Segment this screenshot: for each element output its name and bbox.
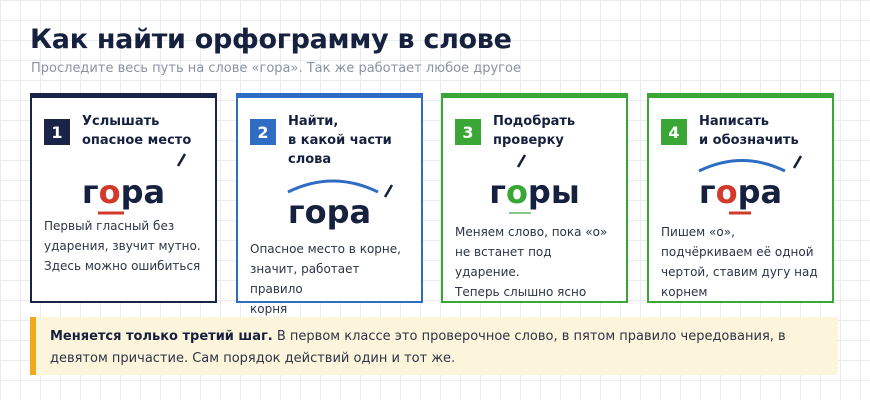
step-card-1: 1 Услышать опасное место гора Первый гла… bbox=[30, 93, 217, 303]
step-description: Пишем «о», подчёркиваем её одной чертой,… bbox=[661, 222, 824, 302]
desc-line: Опасное место в корне, bbox=[250, 242, 401, 256]
desc-line: Пишем «о», bbox=[661, 225, 735, 239]
page-subtitle: Проследите весь путь на слове «гора». Та… bbox=[31, 61, 521, 76]
desc-line: подчёркиваем её одной bbox=[661, 245, 814, 259]
step-card-4: 4 Написать и обозначить гора Пишем «о», … bbox=[647, 93, 834, 303]
desc-line: Первый гласный без bbox=[44, 219, 175, 233]
vowel-underline-mark bbox=[729, 211, 751, 215]
desc-line: Теперь слышно ясно bbox=[455, 285, 587, 299]
unstressed-underline-mark bbox=[98, 211, 124, 215]
page-title: Как найти орфограмму в слове bbox=[30, 24, 512, 55]
step-card-2: 2 Найти, в какой части слова гора Опасно… bbox=[236, 93, 423, 316]
example-word: гора bbox=[287, 193, 372, 231]
step-description: Первый гласный без ударения, звучит мутн… bbox=[44, 216, 207, 276]
desc-line: корнем bbox=[661, 285, 708, 299]
step-description: Меняем слово, пока «о» не встанет под уд… bbox=[455, 222, 618, 302]
info-note: Меняется только третий шаг. В первом кла… bbox=[30, 317, 838, 375]
desc-line: Здесь можно ошибиться bbox=[44, 259, 201, 273]
desc-line: значит, работает правило bbox=[250, 262, 360, 296]
desc-line: ударения, звучит мутно. bbox=[44, 239, 201, 253]
note-bold-text: Меняется только третий шаг. bbox=[50, 329, 273, 344]
desc-line: Меняем слово, пока «о» bbox=[455, 225, 608, 239]
desc-line: корня bbox=[250, 302, 288, 316]
desc-line: чертой, ставим дугу над bbox=[661, 265, 818, 279]
check-underline-mark bbox=[509, 212, 531, 214]
step-card-3: 3 Подобрать проверку горы Меняем слово, … bbox=[441, 93, 628, 303]
step-description: Опасное место в корне, значит, работает … bbox=[250, 239, 413, 319]
desc-line: не встанет под ударение. bbox=[455, 245, 552, 279]
